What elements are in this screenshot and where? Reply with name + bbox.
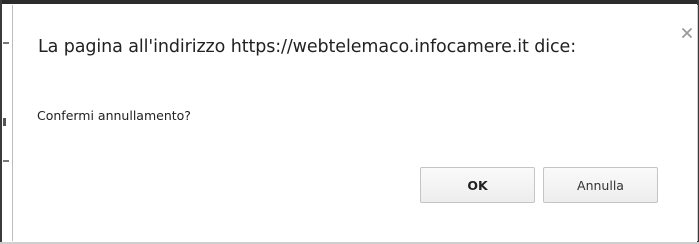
cancel-button[interactable]: Annulla	[543, 167, 658, 203]
close-button[interactable]	[680, 25, 694, 39]
dialog-title: La pagina all'indirizzo https://webtelem…	[38, 37, 576, 57]
page-left-edge	[0, 0, 2, 244]
browser-page: La pagina all'indirizzo https://webtelem…	[0, 0, 699, 244]
page-top-edge	[0, 0, 699, 4]
background-page-fragments	[3, 0, 11, 244]
confirm-dialog: La pagina all'indirizzo https://webtelem…	[12, 5, 698, 241]
dialog-message: Confermi annullamento?	[37, 108, 191, 123]
close-icon	[682, 28, 692, 38]
ok-button[interactable]: OK	[420, 167, 535, 203]
